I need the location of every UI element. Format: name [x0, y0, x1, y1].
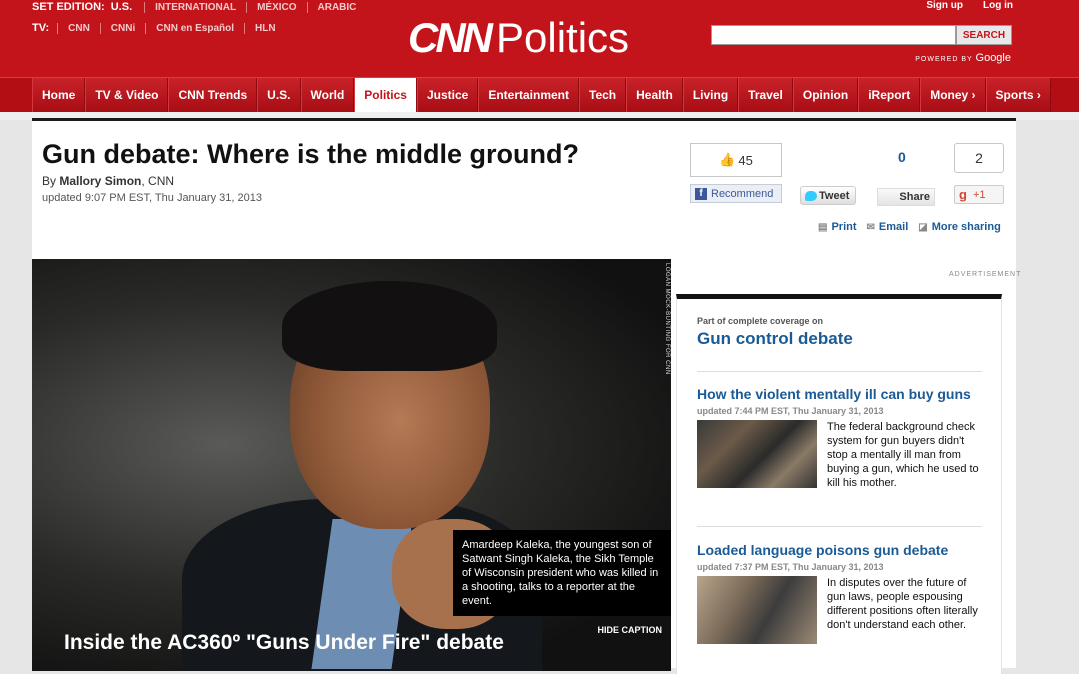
gplus-label: +1: [972, 188, 986, 201]
nav-ireport[interactable]: iReport: [858, 78, 921, 112]
advertisement-label: ADVERTISEMENT: [949, 271, 1022, 278]
nav-living[interactable]: Living: [682, 78, 739, 112]
tv-link-hln[interactable]: HLN: [244, 22, 286, 34]
nav-cnn-trends[interactable]: CNN Trends: [168, 78, 258, 112]
search-form: SEARCH: [711, 25, 1012, 45]
tweet-count: 0: [898, 149, 906, 165]
nav-opinion[interactable]: Opinion: [792, 78, 859, 112]
nav-tv-video[interactable]: TV & Video: [85, 78, 169, 112]
print-link[interactable]: ▤ Print: [818, 221, 857, 233]
tv-link-cnni[interactable]: CNNi: [99, 22, 145, 34]
nav-world[interactable]: World: [300, 78, 355, 112]
email-label: Email: [878, 221, 909, 233]
rail-story-thumbnail[interactable]: [697, 576, 817, 644]
article-timestamp: updated 9:07 PM EST, Thu January 31, 201…: [42, 192, 262, 204]
google-logo: Google: [975, 52, 1011, 64]
tv-label: TV:: [32, 22, 50, 34]
logo-cnn: CNN: [408, 14, 493, 61]
more-sharing-link[interactable]: ◪ More sharing: [918, 221, 1001, 233]
print-label: Print: [831, 221, 857, 233]
rail-story-summary: The federal background check system for …: [827, 421, 979, 489]
edition-us[interactable]: U.S.: [111, 1, 132, 13]
hero-title[interactable]: Inside the AC360º "Guns Under Fire" deba…: [64, 631, 504, 655]
edition-arabic[interactable]: ARABIC: [306, 1, 367, 13]
nav-health[interactable]: Health: [626, 78, 683, 112]
hide-caption-button[interactable]: HIDE CAPTION: [597, 625, 662, 635]
rail-story: Loaded language poisons gun debate updat…: [697, 541, 987, 644]
coverage-topic-link[interactable]: Gun control debate: [697, 329, 853, 349]
nav-money[interactable]: Money ›: [920, 78, 986, 112]
nav-home[interactable]: Home: [32, 78, 86, 112]
rail-story-thumbnail[interactable]: [697, 420, 817, 488]
logo-section: Politics: [496, 14, 630, 61]
coverage-rail: Part of complete coverage on Gun control…: [676, 294, 1002, 674]
nav-travel[interactable]: Travel: [738, 78, 793, 112]
rail-story-body: The federal background check system for …: [697, 420, 987, 490]
hero-person-hair: [282, 281, 497, 371]
tweet-button[interactable]: Tweet: [800, 186, 856, 205]
search-input[interactable]: [711, 25, 956, 45]
tv-links: TV: CNN CNNi CNN en Español HLN: [32, 22, 286, 34]
byline: By Mallory Simon, CNN: [42, 174, 174, 188]
email-link[interactable]: ✉ Email: [867, 221, 909, 233]
rail-story: How the violent mentally ill can buy gun…: [697, 385, 987, 490]
search-button[interactable]: SEARCH: [956, 25, 1012, 45]
top-header: SET EDITION: U.S. INTERNATIONAL MÉXICO A…: [0, 0, 1079, 77]
article-headline: Gun debate: Where is the middle ground?: [42, 139, 580, 169]
tv-link-cnn[interactable]: CNN: [57, 22, 100, 34]
rail-divider: [697, 526, 982, 527]
facebook-count: 👍 45: [690, 143, 782, 177]
main-nav: Home TV & Video CNN Trends U.S. World Po…: [0, 77, 1079, 112]
gplus-count: 2: [954, 143, 1004, 173]
rail-story-date: updated 7:37 PM EST, Thu January 31, 201…: [697, 562, 884, 572]
rail-divider: [697, 371, 982, 372]
facebook-count-value: 45: [738, 152, 753, 168]
twitter-icon: [805, 190, 817, 201]
rail-story-date: updated 7:44 PM EST, Thu January 31, 201…: [697, 406, 884, 416]
edition-international[interactable]: INTERNATIONAL: [144, 1, 246, 13]
rail-story-summary: In disputes over the future of gun laws,…: [827, 577, 978, 631]
facebook-recommend-label: Recommend: [711, 187, 774, 200]
signup-link[interactable]: Sign up: [926, 0, 963, 11]
nav-politics[interactable]: Politics: [354, 78, 417, 112]
more-sharing-label: More sharing: [931, 221, 1001, 233]
facebook-icon: f: [695, 187, 707, 200]
cnn-politics-logo[interactable]: CNN Politics: [408, 14, 629, 62]
thumbs-up-icon: 👍: [719, 152, 736, 167]
powered-by-label: POWERED BY: [915, 56, 973, 63]
byline-by: By: [42, 174, 60, 188]
powered-by-google: POWERED BY Google: [915, 52, 1011, 64]
nav-justice[interactable]: Justice: [416, 78, 479, 112]
edition-selector: SET EDITION: U.S. INTERNATIONAL MÉXICO A…: [32, 0, 366, 14]
tweet-label: Tweet: [819, 189, 850, 202]
photo-credit: LOGAN MOCK-BUNTING FOR CNN: [664, 263, 670, 375]
article-tools: ▤ Print ✉ Email ◪ More sharing: [818, 221, 1001, 233]
byline-source: , CNN: [141, 174, 175, 188]
nav-entertainment[interactable]: Entertainment: [478, 78, 580, 112]
photo-caption: Amardeep Kaleka, the youngest son of Sat…: [453, 530, 671, 616]
author-link[interactable]: Mallory Simon: [59, 174, 141, 188]
edition-label: SET EDITION:: [32, 1, 105, 13]
gplus-button[interactable]: g +1: [954, 185, 1004, 204]
login-link[interactable]: Log in: [983, 0, 1013, 11]
nav-tech[interactable]: Tech: [579, 78, 627, 112]
nav-sports[interactable]: Sports ›: [985, 78, 1051, 112]
gplus-icon: g: [959, 187, 967, 202]
rail-story-title[interactable]: How the violent mentally ill can buy gun…: [697, 385, 987, 404]
share-button[interactable]: Share: [877, 188, 935, 206]
nav-us[interactable]: U.S.: [257, 78, 301, 112]
article-container: Gun debate: Where is the middle ground? …: [32, 118, 1020, 674]
rail-story-title[interactable]: Loaded language poisons gun debate: [697, 541, 987, 560]
rail-story-body: In disputes over the future of gun laws,…: [697, 576, 987, 644]
print-icon: ▤: [818, 222, 828, 233]
share-icon: ◪: [918, 222, 928, 233]
email-icon: ✉: [866, 222, 875, 233]
coverage-kicker: Part of complete coverage on: [697, 316, 824, 326]
hero-image[interactable]: LOGAN MOCK-BUNTING FOR CNN Amardeep Kale…: [32, 259, 671, 671]
account-links: Sign up Log in: [926, 0, 1013, 11]
tv-link-cnn-espanol[interactable]: CNN en Español: [145, 22, 244, 34]
edition-mexico[interactable]: MÉXICO: [246, 1, 306, 13]
facebook-recommend-button[interactable]: f Recommend: [690, 184, 782, 203]
